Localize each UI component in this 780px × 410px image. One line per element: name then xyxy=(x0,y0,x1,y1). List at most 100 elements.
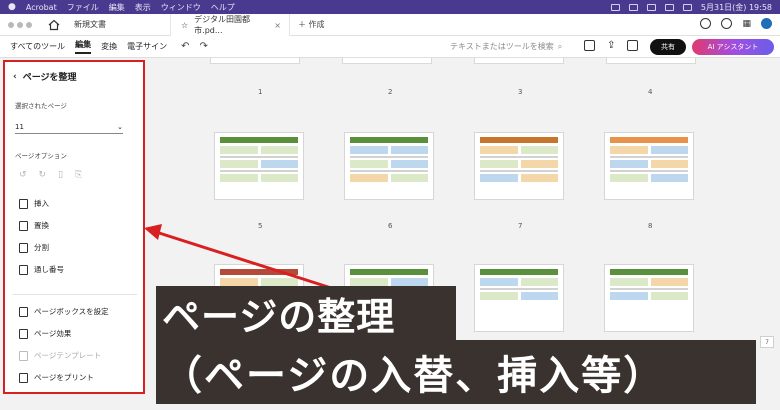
tray-icon[interactable] xyxy=(628,3,638,11)
panel-title: ページを整理 xyxy=(22,73,77,83)
star-icon[interactable]: ☆ xyxy=(181,21,188,30)
page-box-label: ページボックスを設定 xyxy=(34,307,109,316)
menu-app[interactable]: Acrobat xyxy=(26,3,57,12)
print-page-option[interactable]: ページをプリント xyxy=(19,372,94,383)
menu-file[interactable]: ファイル xyxy=(67,2,99,13)
new-tab-label: 作成 xyxy=(308,20,325,29)
replace-label: 置換 xyxy=(34,221,49,230)
menu-help[interactable]: ヘルプ xyxy=(211,2,235,13)
tab-active-document[interactable]: ☆ デジタル田園都市.pd... × xyxy=(170,14,290,36)
bell-icon[interactable] xyxy=(721,18,733,29)
status-tray: 5月31日(金) 19:58 xyxy=(610,2,780,13)
share-button[interactable]: 共有 xyxy=(650,39,686,55)
split-option[interactable]: 分割 xyxy=(19,242,49,253)
print-icon[interactable] xyxy=(627,40,639,51)
page-thumbnail[interactable] xyxy=(210,58,300,64)
page-box-option[interactable]: ページボックスを設定 xyxy=(19,306,109,317)
clock[interactable]: 5月31日(金) 19:58 xyxy=(701,2,772,13)
page-number: 2 xyxy=(388,88,393,96)
rotate-right-icon[interactable]: ↻ xyxy=(39,170,47,180)
page-box-icon xyxy=(19,306,28,317)
replace-option[interactable]: 置換 xyxy=(19,220,49,231)
page-indicator[interactable]: 7 xyxy=(760,336,774,348)
tool-esign[interactable]: 電子サイン xyxy=(127,41,167,52)
search-placeholder: テキストまたはツールを検索 xyxy=(450,42,554,51)
trash-icon[interactable]: ▯ xyxy=(58,170,63,180)
page-thumbnail[interactable] xyxy=(606,58,696,64)
page-option-icons: ↺ ↻ ▯ ⎘ xyxy=(19,170,82,180)
close-icon[interactable]: × xyxy=(274,21,281,30)
battery-icon[interactable] xyxy=(682,3,692,11)
menu-window[interactable]: ウィンドウ xyxy=(161,2,201,13)
page-number: 7 xyxy=(518,222,523,230)
page-thumbnail[interactable] xyxy=(604,264,694,332)
ai-assistant-button[interactable]: AI アシスタント xyxy=(692,39,774,55)
page-thumbnail[interactable] xyxy=(214,132,304,200)
home-icon[interactable] xyxy=(48,19,60,31)
main-toolbar: すべてのツール 編集 変換 電子サイン ↶ ↷ テキストまたはツールを検索 ⌕ … xyxy=(0,36,780,58)
page-effect-icon xyxy=(19,328,28,339)
organize-pages-panel: ‹ ページを整理 選択されたページ 11 ⌄ ページオプション ↺ ↻ ▯ ⎘ … xyxy=(3,60,145,394)
caption-subtitle: （ページの入替、挿入等） xyxy=(156,340,756,404)
back-icon[interactable]: ‹ xyxy=(13,72,17,82)
search-icon: ⌕ xyxy=(557,41,563,51)
tab-new-document[interactable]: 新規文書 xyxy=(74,19,106,30)
tool-edit[interactable]: 編集 xyxy=(75,39,92,54)
tool-all-tools[interactable]: すべてのツール xyxy=(10,41,65,52)
apple-icon[interactable]: ● xyxy=(8,2,16,12)
page-thumbnail[interactable] xyxy=(344,132,434,200)
help-icon[interactable] xyxy=(700,18,712,29)
insert-option[interactable]: 挿入 xyxy=(19,198,49,209)
page-template-label: ページテンプレート xyxy=(34,351,102,360)
page-template-option: ページテンプレート xyxy=(19,350,101,361)
apps-grid-icon[interactable]: ▦ xyxy=(742,19,751,29)
selected-pages-label: 選択されたページ xyxy=(15,102,67,110)
tab-bar: 新規文書 ☆ デジタル田園都市.pd... × ＋ 作成 ▦ xyxy=(0,14,780,36)
extract-icon[interactable]: ⎘ xyxy=(75,170,82,180)
replace-icon xyxy=(19,220,28,231)
page-options-label: ページオプション xyxy=(15,152,67,160)
selected-pages-value: 11 xyxy=(15,122,24,131)
redo-icon[interactable]: ↷ xyxy=(200,41,208,52)
page-thumbnail[interactable] xyxy=(474,58,564,64)
page-thumbnail[interactable] xyxy=(474,132,564,200)
page-thumbnail[interactable] xyxy=(474,264,564,332)
undo-icon[interactable]: ↶ xyxy=(181,41,189,52)
insert-label: 挿入 xyxy=(34,199,49,208)
print-page-label: ページをプリント xyxy=(34,373,94,382)
upload-icon[interactable]: ⇪ xyxy=(607,40,615,51)
page-number: 4 xyxy=(648,88,653,96)
numbering-option[interactable]: 通し番号 xyxy=(19,264,64,275)
avatar[interactable] xyxy=(761,18,772,29)
caption-title: ページの整理 xyxy=(156,286,456,340)
chevron-down-icon: ⌄ xyxy=(117,122,123,131)
window-controls[interactable] xyxy=(8,21,38,28)
selected-pages-select[interactable]: 11 ⌄ xyxy=(15,120,123,134)
page-thumbnail[interactable] xyxy=(342,58,432,64)
panel-divider xyxy=(13,294,137,295)
rotate-left-icon[interactable]: ↺ xyxy=(19,170,27,180)
page-effect-option[interactable]: ページ効果 xyxy=(19,328,71,339)
wifi-icon[interactable] xyxy=(664,3,674,11)
split-icon xyxy=(19,242,28,253)
menu-edit[interactable]: 編集 xyxy=(109,2,125,13)
system-menubar: ● Acrobat ファイル 編集 表示 ウィンドウ ヘルプ 5月31日(金) … xyxy=(0,0,780,14)
panel-header: ‹ ページを整理 xyxy=(13,70,77,84)
tool-search[interactable]: テキストまたはツールを検索 ⌕ xyxy=(450,41,562,52)
page-number: 1 xyxy=(258,88,263,96)
tab-label: デジタル田園都市.pd... xyxy=(194,15,251,35)
tool-convert[interactable]: 変換 xyxy=(101,41,117,52)
tray-icon[interactable] xyxy=(610,3,620,11)
new-tab-button[interactable]: ＋ 作成 xyxy=(298,19,325,30)
numbering-icon xyxy=(19,264,28,275)
page-thumbnail[interactable] xyxy=(604,132,694,200)
printer-icon xyxy=(19,372,28,383)
file-tools: ⇪ xyxy=(584,40,639,51)
page-effect-label: ページ効果 xyxy=(34,329,72,338)
menu-view[interactable]: 表示 xyxy=(135,2,151,13)
titlebar-tools: ▦ xyxy=(700,18,772,29)
save-icon[interactable] xyxy=(584,40,595,51)
insert-icon xyxy=(19,198,28,209)
split-label: 分割 xyxy=(34,243,49,252)
tray-icon[interactable] xyxy=(646,3,656,11)
